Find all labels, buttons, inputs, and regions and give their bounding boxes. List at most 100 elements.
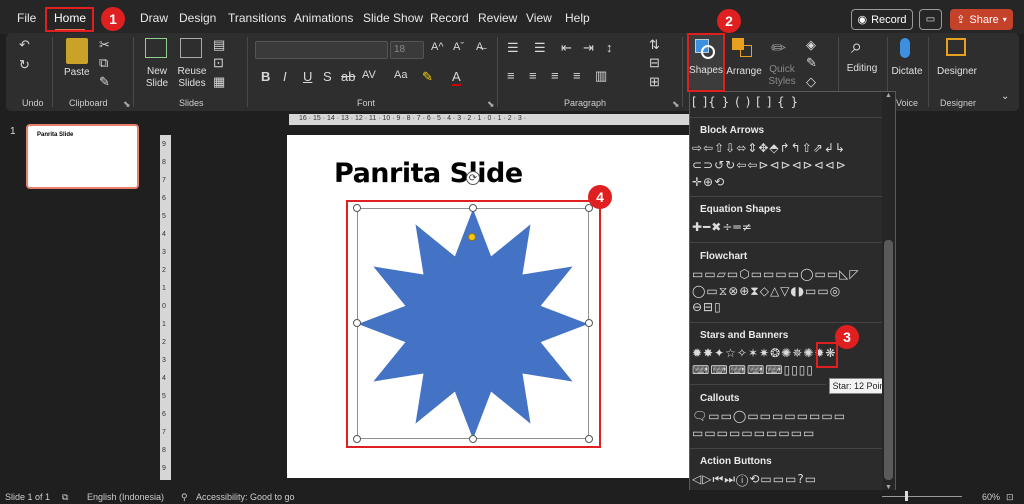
reuse-slides-icon[interactable]	[180, 38, 202, 58]
microphone-icon[interactable]	[900, 38, 910, 58]
shadow-icon[interactable]: S	[323, 69, 332, 84]
spelling-icon[interactable]: ⧉	[62, 492, 68, 503]
redo-icon[interactable]: ↻	[19, 57, 30, 73]
designer-icon[interactable]	[946, 38, 966, 56]
editing-search-icon[interactable]: ⌕	[851, 36, 862, 59]
ruler-tick-label: 5	[162, 213, 166, 220]
grow-font-icon[interactable]: A^	[431, 41, 444, 53]
flowchart-row-1[interactable]: ▭▭▱▭⬡▭▭▭▭◯▭▭◺◸	[692, 267, 860, 283]
tab-transitions[interactable]: Transitions	[228, 11, 286, 25]
smartart-icon[interactable]: ⊞	[649, 74, 660, 90]
comments-button[interactable]: ▭	[919, 9, 942, 30]
ruler-tick-label: 9	[162, 465, 166, 472]
zoom-slider-thumb[interactable]	[905, 491, 908, 501]
align-center-icon[interactable]: ≡	[529, 68, 537, 83]
cut-icon[interactable]: ✂	[99, 37, 110, 53]
ruler-tick-label: 0	[162, 303, 166, 310]
decrease-indent-icon[interactable]: ⇤	[561, 40, 572, 56]
language-indicator[interactable]: English (Indonesia)	[87, 492, 164, 502]
font-color-icon[interactable]: A	[452, 69, 461, 86]
strikethrough-icon[interactable]: ab	[341, 69, 355, 84]
tab-slide-show[interactable]: Slide Show	[363, 11, 423, 25]
dialog-launcher-icon[interactable]: ⬊	[672, 99, 680, 110]
dialog-launcher-icon[interactable]: ⬊	[123, 99, 131, 110]
tab-design[interactable]: Design	[179, 11, 216, 25]
shape-fill-icon[interactable]: ◈	[806, 37, 816, 53]
reset-icon[interactable]: ⊡	[213, 55, 224, 71]
align-left-icon[interactable]: ≡	[507, 68, 515, 83]
shape-effects-icon[interactable]: ◇	[806, 74, 816, 90]
dictate-label[interactable]: Dictate	[890, 66, 924, 78]
rotate-handle[interactable]: ⟳	[466, 171, 480, 185]
arrange-label[interactable]: Arrange	[724, 66, 764, 78]
tab-file[interactable]: File	[17, 11, 36, 25]
scrollbar-thumb[interactable]	[884, 240, 893, 480]
stars-row-1[interactable]: ✹✸✦☆✧✶✷❂✺✵✺✹❋	[692, 346, 836, 362]
section-icon[interactable]: ▦	[213, 74, 225, 90]
underline-icon[interactable]: U	[303, 69, 312, 84]
arrange-button[interactable]	[730, 36, 758, 58]
numbering-icon[interactable]: ☰	[534, 40, 546, 56]
shape-outline-icon[interactable]: ✎	[806, 55, 817, 71]
align-text-icon[interactable]: ⊟	[649, 55, 660, 71]
ruler-tick-label: 2	[162, 339, 166, 346]
italic-icon[interactable]: I	[283, 69, 287, 84]
layout-icon[interactable]: ▤	[213, 37, 225, 53]
tab-record[interactable]: Record	[430, 11, 469, 25]
block-arrows-row-1[interactable]: ⇨⇦⇧⇩⬄⇕✥⬘↱↰⇧⇗↲↳	[692, 141, 846, 157]
shrink-font-icon[interactable]: Aˇ	[453, 41, 464, 53]
paste-icon[interactable]	[66, 38, 88, 64]
quick-styles-icon[interactable]: ✏	[771, 38, 786, 59]
editing-label[interactable]: Editing	[843, 63, 881, 75]
highlight-icon[interactable]: ✎	[422, 69, 433, 85]
zoom-level[interactable]: 60%	[982, 492, 1000, 502]
tab-review[interactable]: Review	[478, 11, 517, 25]
align-right-icon[interactable]: ≡	[551, 68, 559, 83]
callouts-row-2[interactable]: ▭▭▭▭▭▭▭▭▭▭	[692, 426, 815, 442]
font-size-combo[interactable]: 18	[390, 41, 424, 59]
flowchart-row-2[interactable]: ◯▭⧖⊗⊕⧗◇△▽◖◗▭▭◎	[692, 284, 841, 300]
bracket-shapes-row[interactable]: [ ]{ } ( ) [ ] { }	[692, 95, 799, 111]
change-case-icon[interactable]: Aa	[394, 69, 407, 81]
clear-format-icon[interactable]: A̶	[476, 41, 483, 53]
paste-label[interactable]: Paste	[64, 67, 90, 79]
designer-label[interactable]: Designer	[935, 66, 979, 78]
undo-icon[interactable]: ↶	[19, 37, 30, 53]
slide-thumbnail[interactable]: Panrita Slide	[26, 124, 139, 189]
collapse-ribbon-icon[interactable]: ⌄	[1001, 91, 1009, 102]
block-arrows-row-3[interactable]: ✛⊕⟲	[692, 175, 725, 191]
reuse-slides-label[interactable]: Reuse Slides	[175, 66, 209, 90]
bullets-icon[interactable]: ☰	[507, 40, 519, 56]
zoom-slider[interactable]	[882, 496, 962, 497]
columns-icon[interactable]: ▥	[595, 68, 607, 84]
justify-icon[interactable]: ≡	[573, 68, 581, 83]
equation-shapes-row[interactable]: ✚━✖÷═≠	[692, 220, 753, 236]
action-buttons-row[interactable]: ◁▷⏮⏭ⓘ⟲▭▭▭?▭	[692, 472, 817, 488]
record-button[interactable]: ◉ Record	[851, 9, 913, 30]
copy-icon[interactable]: ⧉	[99, 55, 108, 71]
new-slide-icon[interactable]	[145, 38, 167, 58]
tab-animations[interactable]: Animations	[294, 11, 353, 25]
tab-draw[interactable]: Draw	[140, 11, 168, 25]
tab-help[interactable]: Help	[565, 11, 590, 25]
dialog-launcher-icon[interactable]: ⬊	[487, 99, 495, 110]
line-spacing-icon[interactable]: ↕	[606, 40, 613, 55]
slide-title[interactable]: Panrita Slide	[334, 158, 523, 189]
flowchart-row-3[interactable]: ⊖⊟▯	[692, 300, 722, 316]
char-spacing-icon[interactable]: AV	[362, 69, 376, 81]
font-name-combo[interactable]	[255, 41, 388, 59]
quick-styles-label[interactable]: Quick Styles	[764, 64, 800, 88]
accessibility-status[interactable]: Accessibility: Good to go	[196, 492, 295, 502]
text-direction-icon[interactable]: ⇅	[649, 37, 660, 53]
new-slide-label[interactable]: New Slide	[140, 66, 174, 90]
callouts-row-1[interactable]: 🗨▭▭◯▭▭▭▭▭▭▭▭	[692, 409, 846, 425]
share-button[interactable]: ⇪ Share ▾	[950, 9, 1013, 30]
tab-view[interactable]: View	[526, 11, 552, 25]
increase-indent-icon[interactable]: ⇥	[583, 40, 594, 56]
bold-icon[interactable]: B	[261, 69, 270, 84]
fit-to-window-icon[interactable]: ⊡	[1006, 492, 1014, 503]
banners-row[interactable]: ⌨⌨⌨⌨⌨▯▯▯▯	[692, 363, 814, 379]
scroll-up-icon[interactable]: ▲	[885, 92, 892, 99]
format-painter-icon[interactable]: ✎	[99, 74, 110, 90]
block-arrows-row-2[interactable]: ⊂⊃↺↻⇦⇦⊳⊲⊳⊲⊳⊲⊲⊳	[692, 158, 847, 174]
